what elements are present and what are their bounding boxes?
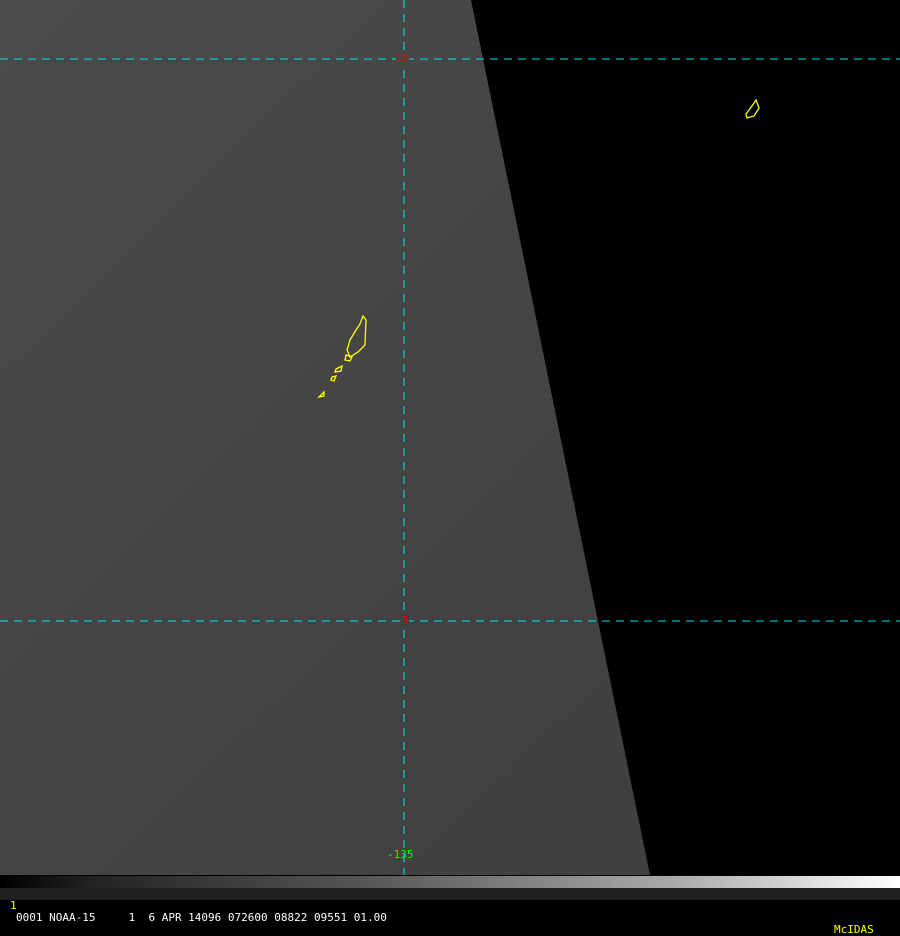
frame-number: 1 <box>10 899 17 912</box>
status-bar: 1 0001 NOAA-15 1 6 APR 14096 072600 0882… <box>0 888 900 936</box>
latitude-label-10: 10 <box>396 52 410 65</box>
longitude-label-135: -135 <box>387 848 414 861</box>
satellite-image <box>0 0 900 875</box>
image-info: 0001 NOAA-15 1 6 APR 14096 072600 08822 … <box>16 911 387 924</box>
grayscale-color-bar <box>0 876 900 888</box>
latitude-label-5: 5 <box>402 614 409 627</box>
mcidas-brand: McIDAS <box>834 923 874 936</box>
